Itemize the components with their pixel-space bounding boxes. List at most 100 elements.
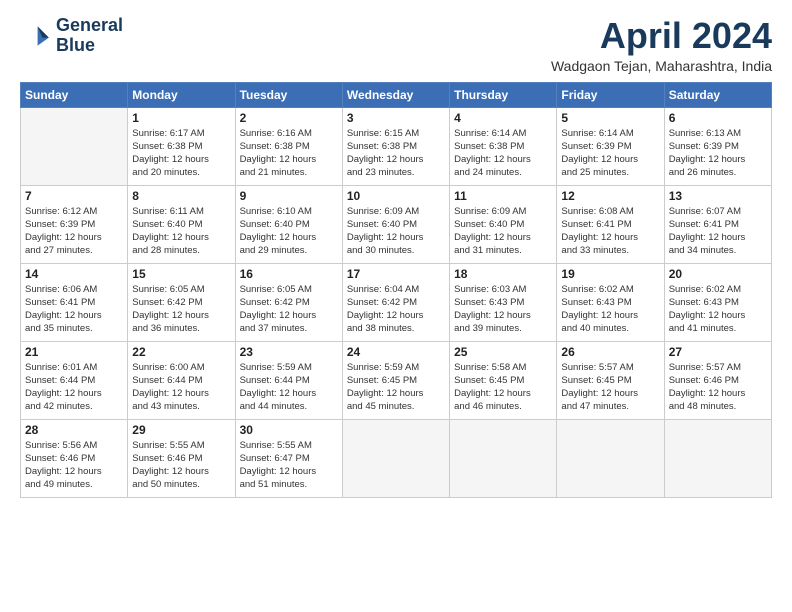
calendar-cell [450,419,557,497]
day-info: Sunrise: 6:01 AMSunset: 6:44 PMDaylight:… [25,361,123,414]
day-number: 18 [454,267,552,281]
calendar-cell: 29Sunrise: 5:55 AMSunset: 6:46 PMDayligh… [128,419,235,497]
logo-line2: Blue [56,36,123,56]
day-number: 12 [561,189,659,203]
day-info: Sunrise: 6:06 AMSunset: 6:41 PMDaylight:… [25,283,123,336]
day-info: Sunrise: 6:14 AMSunset: 6:39 PMDaylight:… [561,127,659,180]
logo: General Blue [20,16,123,56]
calendar-cell: 26 Sunrise: 5:57 AMSunset: 6:45 PMDayligh… [557,341,664,419]
day-number: 21 [25,345,123,359]
day-number: 13 [669,189,767,203]
day-info: Sunrise: 6:02 AMSunset: 6:43 PMDaylight:… [561,283,659,336]
calendar-cell [21,107,128,185]
day-info: Sunrise: 6:17 AMSunset: 6:38 PMDaylight:… [132,127,230,180]
day-header-monday: Monday [128,82,235,107]
calendar-cell: 8 Sunrise: 6:11 AMSunset: 6:40 PMDaylight… [128,185,235,263]
day-number: 8 [132,189,230,203]
day-info: Sunrise: 5:57 AMSunset: 6:45 PMDaylight:… [561,361,659,414]
calendar-cell: 17 Sunrise: 6:04 AMSunset: 6:42 PMDayligh… [342,263,449,341]
calendar-cell: 14 Sunrise: 6:06 AMSunset: 6:41 PMDayligh… [21,263,128,341]
page: General Blue April 2024 Wadgaon Tejan, M… [0,0,792,612]
day-number: 2 [240,111,338,125]
logo-icon [20,20,52,52]
day-info: Sunrise: 6:08 AMSunset: 6:41 PMDaylight:… [561,205,659,258]
month-title: April 2024 [551,16,772,56]
week-row-4: 28 Sunrise: 5:56 AMSunset: 6:46 PMDayligh… [21,419,772,497]
calendar-cell: 2 Sunrise: 6:16 AMSunset: 6:38 PMDaylight… [235,107,342,185]
day-info: Sunrise: 6:15 AMSunset: 6:38 PMDaylight:… [347,127,445,180]
calendar-cell: 9Sunrise: 6:10 AMSunset: 6:40 PMDaylight… [235,185,342,263]
calendar-cell: 21 Sunrise: 6:01 AMSunset: 6:44 PMDayligh… [21,341,128,419]
day-info: Sunrise: 6:00 AMSunset: 6:44 PMDaylight:… [132,361,230,414]
week-row-0: 1Sunrise: 6:17 AMSunset: 6:38 PMDaylight… [21,107,772,185]
day-info: Sunrise: 6:12 AMSunset: 6:39 PMDaylight:… [25,205,123,258]
day-number: 29 [132,423,230,437]
day-number: 24 [347,345,445,359]
calendar-cell: 5 Sunrise: 6:14 AMSunset: 6:39 PMDaylight… [557,107,664,185]
calendar-cell: 10 Sunrise: 6:09 AMSunset: 6:40 PMDayligh… [342,185,449,263]
calendar-cell: 6Sunrise: 6:13 AMSunset: 6:39 PMDaylight… [664,107,771,185]
week-row-1: 7 Sunrise: 6:12 AMSunset: 6:39 PMDaylight… [21,185,772,263]
day-info: Sunrise: 6:09 AMSunset: 6:40 PMDaylight:… [454,205,552,258]
day-info: Sunrise: 6:05 AMSunset: 6:42 PMDaylight:… [240,283,338,336]
calendar-cell: 4 Sunrise: 6:14 AMSunset: 6:38 PMDaylight… [450,107,557,185]
day-info: Sunrise: 6:03 AMSunset: 6:43 PMDaylight:… [454,283,552,336]
day-number: 11 [454,189,552,203]
calendar-cell: 13 Sunrise: 6:07 AMSunset: 6:41 PMDayligh… [664,185,771,263]
logo-line1: General [56,16,123,36]
day-info: Sunrise: 6:04 AMSunset: 6:42 PMDaylight:… [347,283,445,336]
day-header-sunday: Sunday [21,82,128,107]
header: General Blue April 2024 Wadgaon Tejan, M… [20,16,772,74]
calendar-cell: 20 Sunrise: 6:02 AMSunset: 6:43 PMDayligh… [664,263,771,341]
day-info: Sunrise: 6:02 AMSunset: 6:43 PMDaylight:… [669,283,767,336]
day-info: Sunrise: 5:57 AMSunset: 6:46 PMDaylight:… [669,361,767,414]
calendar-cell: 15 Sunrise: 6:05 AMSunset: 6:42 PMDayligh… [128,263,235,341]
day-number: 28 [25,423,123,437]
day-info: Sunrise: 6:07 AMSunset: 6:41 PMDaylight:… [669,205,767,258]
calendar-cell: 23 Sunrise: 5:59 AMSunset: 6:44 PMDayligh… [235,341,342,419]
calendar-cell: 22Sunrise: 6:00 AMSunset: 6:44 PMDayligh… [128,341,235,419]
week-row-3: 21 Sunrise: 6:01 AMSunset: 6:44 PMDayligh… [21,341,772,419]
calendar-cell: 27 Sunrise: 5:57 AMSunset: 6:46 PMDayligh… [664,341,771,419]
day-info: Sunrise: 6:14 AMSunset: 6:38 PMDaylight:… [454,127,552,180]
calendar-cell: 16Sunrise: 6:05 AMSunset: 6:42 PMDayligh… [235,263,342,341]
calendar-cell: 12 Sunrise: 6:08 AMSunset: 6:41 PMDayligh… [557,185,664,263]
day-number: 19 [561,267,659,281]
day-info: Sunrise: 6:10 AMSunset: 6:40 PMDaylight:… [240,205,338,258]
calendar-cell [664,419,771,497]
day-number: 26 [561,345,659,359]
day-info: Sunrise: 5:59 AMSunset: 6:44 PMDaylight:… [240,361,338,414]
day-header-saturday: Saturday [664,82,771,107]
day-header-wednesday: Wednesday [342,82,449,107]
day-info: Sunrise: 6:05 AMSunset: 6:42 PMDaylight:… [132,283,230,336]
calendar-cell: 30Sunrise: 5:55 AMSunset: 6:47 PMDayligh… [235,419,342,497]
days-header-row: SundayMondayTuesdayWednesdayThursdayFrid… [21,82,772,107]
calendar-cell: 7 Sunrise: 6:12 AMSunset: 6:39 PMDaylight… [21,185,128,263]
day-info: Sunrise: 5:59 AMSunset: 6:45 PMDaylight:… [347,361,445,414]
day-number: 10 [347,189,445,203]
calendar-cell: 18 Sunrise: 6:03 AMSunset: 6:43 PMDayligh… [450,263,557,341]
day-number: 23 [240,345,338,359]
calendar-table: SundayMondayTuesdayWednesdayThursdayFrid… [20,82,772,498]
day-info: Sunrise: 6:16 AMSunset: 6:38 PMDaylight:… [240,127,338,180]
day-info: Sunrise: 5:55 AMSunset: 6:47 PMDaylight:… [240,439,338,492]
day-header-friday: Friday [557,82,664,107]
day-number: 5 [561,111,659,125]
calendar-cell: 1Sunrise: 6:17 AMSunset: 6:38 PMDaylight… [128,107,235,185]
day-number: 6 [669,111,767,125]
day-number: 14 [25,267,123,281]
logo-text: General Blue [56,16,123,56]
day-number: 27 [669,345,767,359]
day-number: 17 [347,267,445,281]
day-number: 7 [25,189,123,203]
day-number: 20 [669,267,767,281]
calendar-cell: 24 Sunrise: 5:59 AMSunset: 6:45 PMDayligh… [342,341,449,419]
calendar-cell: 28 Sunrise: 5:56 AMSunset: 6:46 PMDayligh… [21,419,128,497]
day-info: Sunrise: 6:11 AMSunset: 6:40 PMDaylight:… [132,205,230,258]
calendar-cell [342,419,449,497]
day-number: 15 [132,267,230,281]
day-info: Sunrise: 6:09 AMSunset: 6:40 PMDaylight:… [347,205,445,258]
calendar-cell: 19 Sunrise: 6:02 AMSunset: 6:43 PMDayligh… [557,263,664,341]
day-number: 4 [454,111,552,125]
day-info: Sunrise: 5:56 AMSunset: 6:46 PMDaylight:… [25,439,123,492]
